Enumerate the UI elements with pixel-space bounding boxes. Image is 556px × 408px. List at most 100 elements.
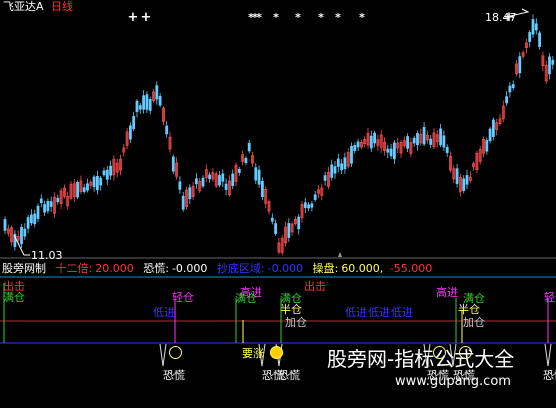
candle-body: [534, 23, 538, 31]
candle-body: [3, 219, 7, 231]
candle-body: [528, 32, 532, 42]
candle-body: [33, 213, 37, 225]
signal-dijin: 低进: [153, 306, 175, 319]
candle-body: [171, 156, 175, 172]
candle-body: [92, 176, 96, 188]
period-label[interactable]: 日线: [51, 0, 73, 13]
candle-body: [46, 201, 50, 212]
candle-body: [303, 202, 307, 209]
signal-dijin: 低进: [345, 306, 367, 319]
candle-body: [270, 217, 274, 222]
candle-body: [491, 119, 495, 137]
candle-body: [462, 178, 466, 191]
candle-body: [350, 145, 353, 164]
candle-body: [208, 174, 212, 180]
smile-icon: [169, 346, 182, 359]
signal-mancang: 满仓: [235, 292, 257, 305]
candle-body: [224, 183, 228, 190]
candle-body: [429, 138, 433, 145]
candle-body: [128, 125, 132, 140]
candle-body: [138, 105, 142, 110]
candle-body: [99, 177, 103, 186]
candle-body: [442, 135, 446, 148]
watermark-url: www.gupang.com: [395, 374, 511, 389]
candle-body: [29, 214, 33, 224]
signal-marker-icon: +: [141, 10, 152, 25]
candle-body: [392, 142, 396, 160]
candle-body: [56, 197, 60, 203]
candle-body: [485, 140, 489, 152]
candle-body: [538, 32, 541, 47]
candle-body: [76, 181, 79, 198]
candle-body: [86, 183, 89, 191]
low-price-label: 11.03: [31, 249, 63, 262]
candle-body: [257, 169, 261, 185]
candle-body: [148, 99, 152, 111]
candle-body: [231, 173, 235, 187]
candle-body: [194, 178, 198, 185]
candle-body: [412, 137, 416, 144]
candle-body: [218, 175, 221, 186]
candle-body: [102, 170, 106, 176]
candle-body: [323, 175, 327, 181]
panic-spike: [159, 343, 167, 367]
candle-body: [307, 204, 311, 209]
candle-body: [548, 56, 551, 75]
candle-body: [531, 19, 535, 35]
signal-jiacang: 加仓: [285, 316, 307, 329]
signal-marker-icon: *: [256, 11, 262, 24]
candle-body: [26, 217, 30, 229]
top-markers: + + *** * * * * * +: [128, 10, 515, 25]
candle-body: [389, 148, 393, 157]
candle-body: [244, 157, 248, 163]
candle-body: [155, 85, 159, 100]
signal-marker-icon: +: [128, 10, 139, 25]
candle-body: [518, 56, 522, 74]
candle-body: [188, 187, 192, 200]
candle-body: [105, 169, 109, 180]
candle-body: [343, 157, 347, 170]
candle-body: [82, 187, 86, 192]
candle-body: [135, 100, 139, 112]
signal-gaojin: 高进: [436, 286, 458, 299]
candle-body: [145, 94, 149, 110]
candle-body: [340, 163, 344, 171]
candle-body: [165, 125, 169, 135]
candle-body: [36, 205, 40, 219]
candle-body: [274, 223, 278, 234]
candle-body: [313, 194, 317, 200]
indicator-item-chaodi: 抄底区域: -0.000: [216, 262, 304, 275]
candle-body: [406, 136, 410, 149]
candle-body: [330, 164, 334, 178]
chart-header: 飞亚达A 日线: [3, 0, 73, 13]
indicator-name[interactable]: 股旁网制: [2, 262, 46, 275]
stock-name: 飞亚达A: [3, 0, 44, 13]
signal-jiacang: 加仓: [463, 316, 485, 329]
candle-body: [386, 148, 390, 153]
candle-body: [356, 141, 360, 148]
signal-konghuang: 恐慌: [278, 369, 300, 382]
candle-body: [369, 135, 373, 149]
candle-body: [416, 133, 419, 146]
signal-chuji: 出击: [304, 280, 326, 293]
candle-body: [201, 177, 205, 187]
signal-dijin: 低进: [391, 306, 413, 319]
candle-body: [511, 84, 515, 89]
candle-body: [96, 176, 99, 191]
signal-yaozhang: 要涨: [242, 347, 264, 360]
smile-icon: [270, 346, 283, 359]
candle-body: [505, 96, 509, 104]
signal-marker-icon: *: [295, 11, 301, 24]
candle-body: [551, 59, 555, 65]
signal-marker-icon: *: [273, 11, 279, 24]
triangle-marker: [338, 252, 342, 257]
candle-body: [221, 173, 225, 182]
candle-body: [508, 85, 512, 93]
candle-body: [333, 166, 337, 174]
candle-body: [49, 201, 53, 207]
candle-body: [20, 227, 23, 245]
signal-marker-icon: *: [318, 11, 324, 24]
signal-marker-icon: *: [335, 11, 341, 24]
candle-body: [422, 126, 426, 145]
signal-bancang: 半仓: [280, 303, 302, 316]
